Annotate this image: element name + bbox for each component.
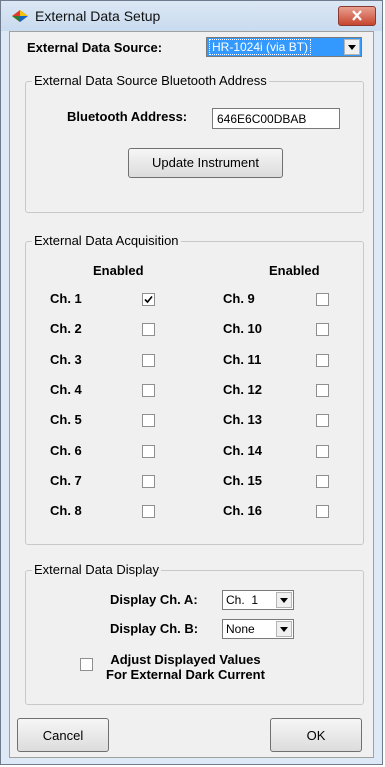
channel-checkbox[interactable] (142, 354, 155, 367)
display-ch-a-value: Ch. 1 (226, 593, 259, 607)
source-select[interactable]: HR-1024i (via BT) (206, 37, 362, 57)
channel-checkbox[interactable] (142, 293, 155, 306)
channel-checkbox[interactable] (142, 505, 155, 518)
channel-label: Ch. 12 (223, 382, 263, 397)
ok-button[interactable]: OK (270, 718, 362, 752)
channel-label: Ch. 15 (223, 473, 263, 488)
channel-label: Ch. 9 (223, 291, 255, 306)
chevron-down-icon (280, 598, 288, 603)
checkmark-icon (144, 295, 153, 304)
dialog-body: External Data Source: HR-1024i (via BT) … (9, 31, 374, 758)
channel-checkbox[interactable] (142, 384, 155, 397)
display-group-title: External Data Display (32, 562, 161, 577)
channel-label: Ch. 6 (50, 443, 82, 458)
update-instrument-label: Update Instrument (152, 155, 259, 170)
bluetooth-group-title: External Data Source Bluetooth Address (32, 73, 269, 88)
chevron-down-icon (348, 45, 356, 50)
channel-label: Ch. 7 (50, 473, 82, 488)
adjust-dark-current-line1: Adjust Displayed Values (110, 652, 261, 667)
channel-checkbox[interactable] (316, 293, 329, 306)
adjust-dark-current-checkbox[interactable] (80, 658, 93, 671)
source-label: External Data Source: (27, 40, 163, 55)
display-ch-b-label: Display Ch. B: (110, 621, 199, 636)
cancel-button-label: Cancel (42, 728, 84, 743)
channel-label: Ch. 11 (223, 352, 262, 367)
channel-checkbox[interactable] (316, 323, 329, 336)
display-ch-b-select[interactable]: None (222, 619, 294, 639)
channel-checkbox[interactable] (316, 475, 329, 488)
title-bar[interactable]: External Data Setup (1, 1, 382, 31)
channel-checkbox[interactable] (142, 323, 155, 336)
bluetooth-address-field[interactable]: 646E6C00DBAB (212, 108, 340, 129)
display-ch-b-dropdown[interactable] (276, 621, 292, 637)
chevron-down-icon (280, 627, 288, 632)
channel-label: Ch. 1 (50, 291, 82, 306)
display-ch-a-label: Display Ch. A: (110, 592, 198, 607)
adjust-dark-current-line2: For External Dark Current (106, 667, 265, 682)
channel-label: Ch. 16 (223, 503, 263, 518)
acquisition-group-title: External Data Acquisition (32, 233, 181, 248)
ok-button-label: OK (306, 728, 326, 743)
channel-checkbox[interactable] (316, 384, 329, 397)
bluetooth-group: External Data Source Bluetooth Address B… (25, 73, 364, 213)
channel-checkbox[interactable] (142, 475, 155, 488)
channel-checkbox[interactable] (316, 414, 329, 427)
channel-checkbox[interactable] (316, 505, 329, 518)
channel-label: Ch. 2 (50, 321, 82, 336)
adjust-dark-current-label: Adjust Displayed Values For External Dar… (106, 652, 265, 682)
channel-checkbox[interactable] (316, 354, 329, 367)
channel-checkbox[interactable] (142, 414, 155, 427)
channel-label: Ch. 5 (50, 412, 82, 427)
cancel-button[interactable]: Cancel (17, 718, 109, 752)
channel-label: Ch. 8 (50, 503, 82, 518)
close-icon (352, 10, 362, 21)
window-title: External Data Setup (35, 8, 161, 24)
display-group: External Data Display Display Ch. A: Ch.… (25, 562, 364, 705)
source-dropdown-button[interactable] (344, 39, 360, 55)
bluetooth-address-label: Bluetooth Address: (67, 109, 188, 124)
source-select-value: HR-1024i (via BT) (209, 39, 312, 55)
display-ch-a-dropdown[interactable] (276, 592, 292, 608)
enabled-header-left: Enabled (93, 263, 144, 278)
acquisition-group: External Data Acquisition Enabled Enable… (25, 233, 364, 545)
channel-label: Ch. 4 (50, 382, 82, 397)
channel-label: Ch. 13 (223, 412, 263, 427)
colorful-diamond-icon (12, 10, 28, 22)
channel-label: Ch. 3 (50, 352, 82, 367)
enabled-header-right: Enabled (269, 263, 320, 278)
dialog-window: External Data Setup External Data Source… (0, 0, 383, 765)
channel-checkbox[interactable] (142, 445, 155, 458)
update-instrument-button[interactable]: Update Instrument (128, 148, 283, 178)
channel-label: Ch. 10 (223, 321, 263, 336)
display-ch-b-value: None (226, 622, 255, 636)
close-button[interactable] (338, 6, 376, 26)
display-ch-a-select[interactable]: Ch. 1 (222, 590, 294, 610)
channel-checkbox[interactable] (316, 445, 329, 458)
channel-label: Ch. 14 (223, 443, 263, 458)
